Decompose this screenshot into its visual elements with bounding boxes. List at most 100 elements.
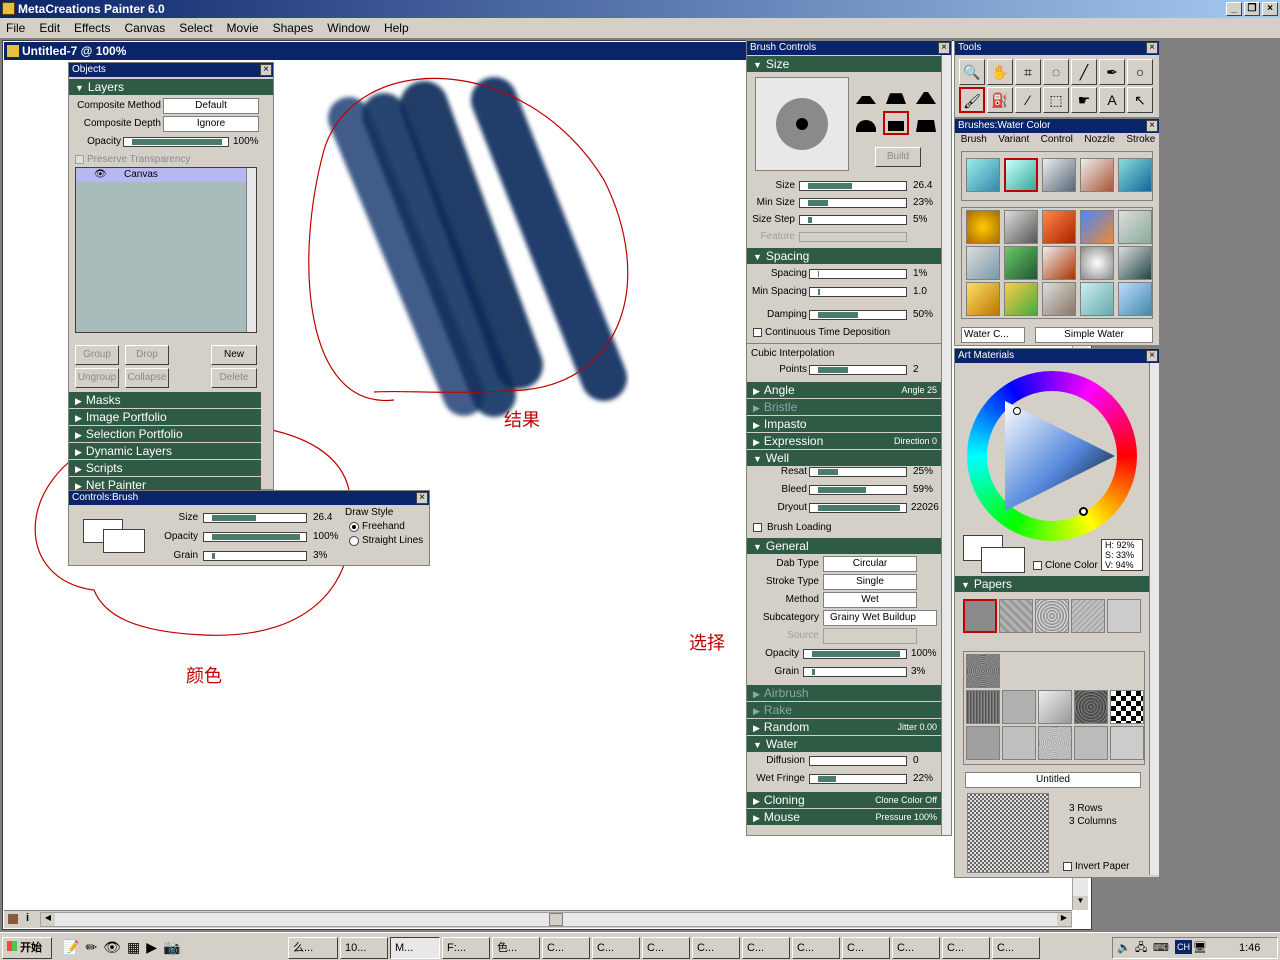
close-icon[interactable]: ×: [260, 64, 272, 76]
saturation-marker[interactable]: [1013, 407, 1021, 415]
info-icon[interactable]: i: [26, 912, 29, 924]
freehand-radio[interactable]: [349, 522, 359, 532]
tray-monitor-icon[interactable]: 🖥: [1193, 938, 1207, 958]
paper-swatch[interactable]: [966, 654, 1000, 688]
liquid-brush-icon[interactable]: [1118, 158, 1152, 192]
taskbar-item[interactable]: 么...: [288, 937, 338, 959]
collapse-button[interactable]: Collapse: [125, 368, 169, 388]
camera-icon[interactable]: 📷: [163, 939, 180, 957]
paper-swatch[interactable]: [1071, 599, 1105, 633]
layer-item-canvas[interactable]: 👁 Canvas: [76, 168, 256, 182]
subcategory-select[interactable]: Grainy Wet Buildup: [823, 610, 937, 626]
bristle-section[interactable]: ▶ Bristle: [747, 399, 941, 415]
scroll-left-arrow[interactable]: ◀: [41, 913, 55, 926]
min-spacing-slider[interactable]: [809, 287, 907, 297]
scroll-down-arrow[interactable]: ▼: [1073, 896, 1088, 910]
artist-brush-icon[interactable]: [1042, 282, 1076, 316]
paper-swatch[interactable]: [1074, 690, 1108, 724]
continuous-time-checkbox[interactable]: [753, 328, 762, 337]
paper-swatch[interactable]: [1107, 599, 1141, 633]
water-section-header[interactable]: ▼ Water: [747, 736, 941, 752]
secondary-color-swatch[interactable]: [981, 547, 1025, 573]
layer-indicator-icon[interactable]: [8, 914, 18, 924]
size-slider[interactable]: [203, 513, 307, 523]
opacity-slider[interactable]: [203, 532, 307, 542]
new-button[interactable]: New: [211, 345, 257, 365]
impasto-section[interactable]: ▶ Impasto: [747, 416, 941, 432]
paper-name-field[interactable]: Untitled: [965, 772, 1141, 788]
water-color-brush-icon[interactable]: [1004, 158, 1038, 192]
paper-swatch-selected[interactable]: [963, 599, 997, 633]
menu-edit[interactable]: Edit: [39, 21, 60, 35]
taskbar-item[interactable]: 色...: [492, 937, 540, 959]
ungroup-button[interactable]: Ungroup: [75, 368, 119, 388]
cloning-section[interactable]: ▶ Cloning Clone Color Off: [747, 792, 941, 808]
grain-slider[interactable]: [803, 667, 907, 677]
points-slider[interactable]: [809, 365, 907, 375]
taskbar-item[interactable]: C...: [742, 937, 790, 959]
minimize-icon[interactable]: _: [1226, 2, 1242, 16]
selection-tool-icon[interactable]: ⬚: [1043, 87, 1069, 113]
invert-paper-checkbox[interactable]: [1063, 862, 1072, 871]
paint-bucket-tool-icon[interactable]: ⛽: [987, 87, 1013, 113]
color-wheel[interactable]: [967, 371, 1137, 541]
size-slider[interactable]: [799, 181, 907, 191]
shape-selection-tool-icon[interactable]: ☛: [1071, 87, 1097, 113]
opacity-slider[interactable]: [123, 137, 229, 147]
wet-brush-icon[interactable]: [1080, 282, 1114, 316]
lasso-tool-icon[interactable]: ◌: [1043, 59, 1069, 85]
size-section-header[interactable]: ▼ Size: [747, 56, 941, 72]
eye-icon[interactable]: 👁: [94, 168, 107, 182]
stroke-menu[interactable]: Stroke: [1126, 134, 1155, 148]
damping-slider[interactable]: [809, 310, 907, 320]
profile-linear-icon[interactable]: [853, 111, 879, 135]
menu-help[interactable]: Help: [384, 21, 409, 35]
close-icon[interactable]: ×: [1146, 120, 1158, 132]
network-icon[interactable]: 🖧: [1135, 938, 1147, 958]
start-button[interactable]: 开始: [2, 937, 52, 959]
paper-swatch[interactable]: [999, 599, 1033, 633]
paper-swatch[interactable]: [966, 690, 1000, 724]
papers-section-header[interactable]: ▼ Papers: [955, 576, 1149, 592]
oval-tool-icon[interactable]: ○: [1127, 59, 1153, 85]
feature-slider[interactable]: [799, 232, 907, 242]
layers-section-header[interactable]: ▼ Layers: [69, 79, 273, 95]
airbrush-section[interactable]: ▶ Airbrush: [747, 685, 941, 701]
brush-controls-titlebar[interactable]: Brush Controls ×: [747, 41, 951, 55]
pastel-brush-icon[interactable]: [1042, 246, 1076, 280]
profile-dull-icon[interactable]: [913, 83, 939, 107]
general-section-header[interactable]: ▼ General: [747, 538, 941, 554]
scripts-section[interactable]: ▶ Scripts: [69, 460, 261, 476]
opacity-slider[interactable]: [803, 649, 907, 659]
paper-swatch[interactable]: [1038, 726, 1072, 760]
art-materials-scrollbar[interactable]: [1149, 363, 1159, 875]
dropper-tool-icon[interactable]: ⁄: [1015, 87, 1041, 113]
spreadsheet-icon[interactable]: ▦: [127, 939, 140, 957]
composite-method-select[interactable]: Default: [163, 98, 259, 114]
hue-ring-marker[interactable]: [1079, 507, 1088, 516]
close-icon[interactable]: ×: [1146, 42, 1158, 54]
felt-pen-icon[interactable]: [1118, 246, 1152, 280]
menu-select[interactable]: Select: [179, 21, 212, 35]
paper-swatch[interactable]: [966, 726, 1000, 760]
secondary-color-swatch[interactable]: [103, 529, 145, 553]
taskbar-item[interactable]: C...: [642, 937, 690, 959]
resat-slider[interactable]: [809, 467, 907, 477]
angle-section[interactable]: ▶ Angle Angle 25: [747, 382, 941, 398]
rake-section[interactable]: ▶ Rake: [747, 702, 941, 718]
expression-section[interactable]: ▶ Expression Direction 0: [747, 433, 941, 449]
text-tool-icon[interactable]: A: [1099, 87, 1125, 113]
color-swatches[interactable]: [79, 515, 149, 555]
selection-portfolio-section[interactable]: ▶ Selection Portfolio: [69, 426, 261, 442]
dab-type-select[interactable]: Circular: [823, 556, 917, 572]
brush-tool-icon[interactable]: 🖌: [959, 87, 985, 113]
composite-depth-select[interactable]: Ignore: [163, 116, 259, 132]
art-materials-titlebar[interactable]: Art Materials ×: [955, 349, 1159, 363]
group-button[interactable]: Group: [75, 345, 119, 365]
wet-fringe-slider[interactable]: [809, 774, 907, 784]
paper-swatch[interactable]: [1110, 690, 1144, 724]
scroll-right-arrow[interactable]: ▶: [1057, 913, 1071, 926]
media-icon[interactable]: ▶: [146, 939, 157, 957]
layers-list[interactable]: 👁 Canvas: [75, 167, 257, 333]
dropper-brush-icon[interactable]: [1118, 282, 1152, 316]
